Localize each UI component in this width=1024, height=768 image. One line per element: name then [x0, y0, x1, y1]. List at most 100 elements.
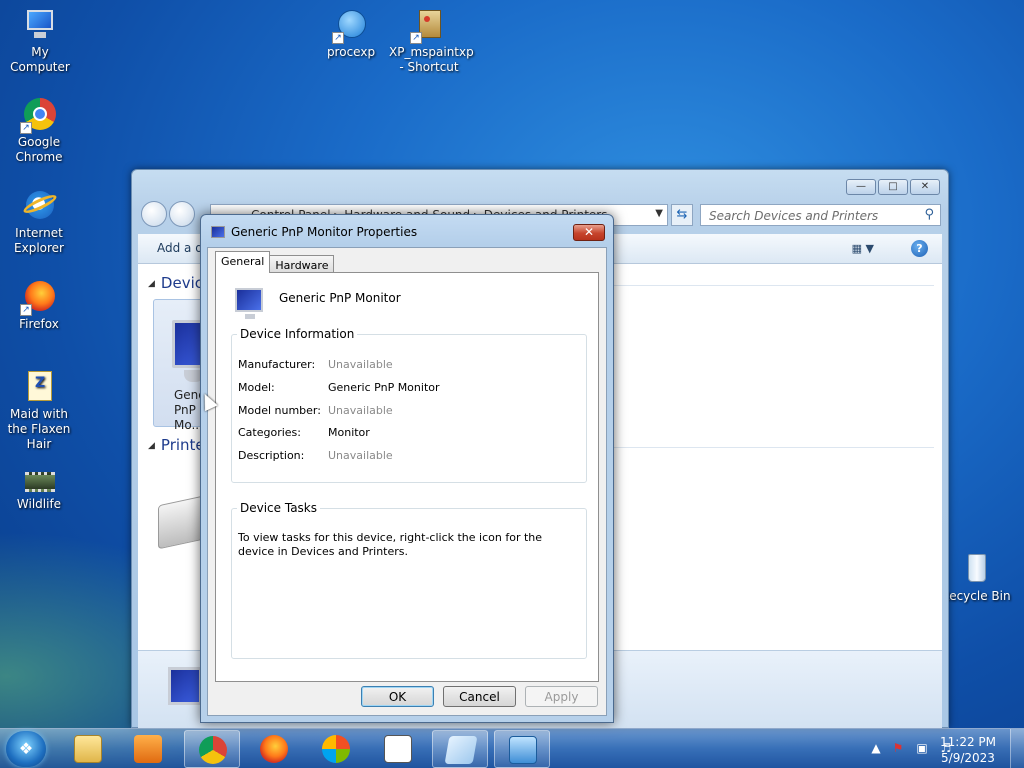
maximize-button[interactable]: □	[878, 179, 908, 195]
paint-icon: ↗	[410, 8, 446, 44]
monitor-icon	[235, 288, 263, 319]
tab-general[interactable]: General	[215, 251, 271, 273]
apply-button: Apply	[525, 686, 598, 707]
taskbar-windows-explorer[interactable]	[60, 730, 116, 768]
device-information-legend: Device Information	[240, 327, 355, 341]
show-desktop-button[interactable]	[1010, 729, 1024, 768]
refresh-button[interactable]: ⇆	[671, 204, 693, 226]
collapse-triangle-icon[interactable]: ◢	[148, 441, 155, 451]
clock-time: 11:22 PM	[940, 735, 996, 749]
monitor-properties-dialog[interactable]: Generic PnP Monitor Properties ✕ General…	[200, 214, 614, 723]
show-hidden-icons-icon[interactable]: ▲	[868, 740, 884, 756]
desktop-icon-label: Maid with the Flaxen Hair	[7, 407, 71, 451]
info-value-categories: Monitor	[328, 426, 370, 439]
dialog-title: Generic PnP Monitor Properties	[231, 225, 418, 239]
help-icon[interactable]: ?	[911, 240, 928, 257]
info-label-model-number: Model number:	[238, 404, 321, 417]
firefox-icon: ↗	[20, 280, 56, 316]
clock-date: 5/9/2023	[941, 751, 995, 765]
desktop-icon-wildlife[interactable]: Wildlife	[0, 470, 79, 512]
info-label-model: Model:	[238, 381, 275, 394]
clock[interactable]: 11:22 PM 5/9/2023	[938, 734, 998, 766]
recycle-bin-icon	[959, 552, 993, 586]
taskbar-firefox[interactable]	[246, 730, 302, 768]
desktop-icon-label: Firefox	[19, 317, 59, 331]
firefox-icon	[260, 735, 288, 763]
device-tasks-group: Device Tasks To view tasks for this devi…	[231, 501, 587, 659]
tab-page-general: Generic PnP Monitor Device Information M…	[215, 272, 599, 682]
device-information-group: Device Information Manufacturer: Unavail…	[231, 327, 587, 483]
desktop-icon-google-chrome[interactable]: ↗ Google Chrome	[0, 98, 79, 165]
info-value-model-number: Unavailable	[328, 404, 393, 417]
search-input[interactable]: Search Devices and Printers ⚲	[700, 204, 941, 226]
ok-button[interactable]: OK	[361, 686, 434, 707]
desktop-icon-maid-with-the-flaxen-hair[interactable]: Z Maid with the Flaxen Hair	[0, 370, 79, 452]
desktop-icon-procexp[interactable]: ↗ procexp	[311, 8, 391, 60]
windows-flag-icon	[322, 735, 350, 763]
info-label-description: Description:	[238, 449, 305, 462]
desktop-icon-label: procexp	[326, 45, 376, 59]
desktop-icon-label: Recycle Bin	[941, 589, 1011, 603]
close-icon: ✕	[583, 225, 595, 239]
audio-file-icon: Z	[22, 370, 56, 404]
collapse-triangle-icon[interactable]: ◢	[148, 279, 155, 289]
folder-icon	[74, 735, 102, 763]
info-label-categories: Categories:	[238, 426, 301, 439]
monitor-icon	[211, 226, 225, 238]
device-tasks-legend: Device Tasks	[240, 501, 318, 515]
video-file-icon	[22, 470, 56, 494]
media-player-icon	[134, 735, 162, 763]
taskbar: ❖ ▲ ⚑ ▣ ♬ 11:22 PM 5/9/2023	[0, 728, 1024, 768]
desktop-icon-label: XP_mspaintxp - Shortcut	[389, 45, 474, 74]
ie-icon	[21, 189, 59, 223]
change-view-icon[interactable]: ▦ ▼	[852, 242, 874, 255]
taskbar-windows-update[interactable]	[308, 730, 364, 768]
dialog-title-bar: Generic PnP Monitor Properties	[211, 225, 417, 239]
monitor-icon	[168, 667, 202, 705]
network-icon[interactable]: ▣	[914, 740, 930, 756]
desktop-icon-my-computer[interactable]: My Computer	[0, 8, 80, 75]
info-value-manufacturer: Unavailable	[328, 358, 393, 371]
forward-button[interactable]	[169, 201, 195, 227]
desktop-icon-mspaint-shortcut[interactable]: ↗ XP_mspaintxp - Shortcut	[389, 8, 474, 75]
desktop-icon-firefox[interactable]: ↗ Firefox	[0, 280, 79, 332]
tab-strip: General Hardware	[215, 251, 335, 273]
device-name: Generic PnP Monitor	[279, 291, 401, 305]
dialog-close-button[interactable]: ✕	[573, 224, 605, 241]
document-icon	[384, 735, 412, 763]
desktop-icon-label: My Computer	[10, 45, 70, 74]
minimize-button[interactable]: —	[846, 179, 876, 195]
chrome-icon	[199, 736, 227, 764]
cancel-button[interactable]: Cancel	[443, 686, 516, 707]
desktop-icon-label: Internet Explorer	[14, 226, 64, 255]
taskbar-paint[interactable]	[370, 730, 426, 768]
search-placeholder: Search Devices and Printers	[709, 209, 879, 223]
taskbar-chrome[interactable]	[184, 730, 240, 768]
dialog-buttons: OK Cancel Apply	[361, 686, 598, 707]
desktop-icon-label: Google Chrome	[15, 135, 63, 164]
taskbar-control-panel[interactable]	[494, 730, 550, 768]
taskbar-media-player[interactable]	[120, 730, 176, 768]
info-value-model: Generic PnP Monitor	[328, 381, 440, 394]
desktop-icon-label: Wildlife	[16, 497, 62, 511]
control-panel-icon	[509, 736, 537, 764]
info-label-manufacturer: Manufacturer:	[238, 358, 316, 371]
notepad-icon	[444, 736, 478, 764]
start-button[interactable]: ❖	[6, 731, 46, 767]
chrome-icon: ↗	[20, 98, 56, 134]
back-button[interactable]	[141, 201, 167, 227]
window-caption-buttons: — □ ✕	[846, 179, 940, 195]
info-value-description: Unavailable	[328, 449, 393, 462]
desktop-icon-internet-explorer[interactable]: Internet Explorer	[0, 189, 79, 256]
computer-icon	[23, 8, 57, 42]
taskbar-notepad[interactable]	[432, 730, 488, 768]
navigation-buttons	[141, 201, 195, 227]
process-explorer-icon: ↗	[332, 8, 368, 44]
close-button[interactable]: ✕	[910, 179, 940, 195]
chevron-down-icon[interactable]: ▼	[655, 208, 663, 219]
tab-hardware[interactable]: Hardware	[269, 255, 335, 273]
windows-logo-icon: ❖	[18, 739, 34, 758]
search-icon[interactable]: ⚲	[924, 207, 934, 222]
refresh-icon: ⇆	[676, 207, 688, 222]
action-center-flag-icon[interactable]: ⚑	[890, 740, 906, 756]
